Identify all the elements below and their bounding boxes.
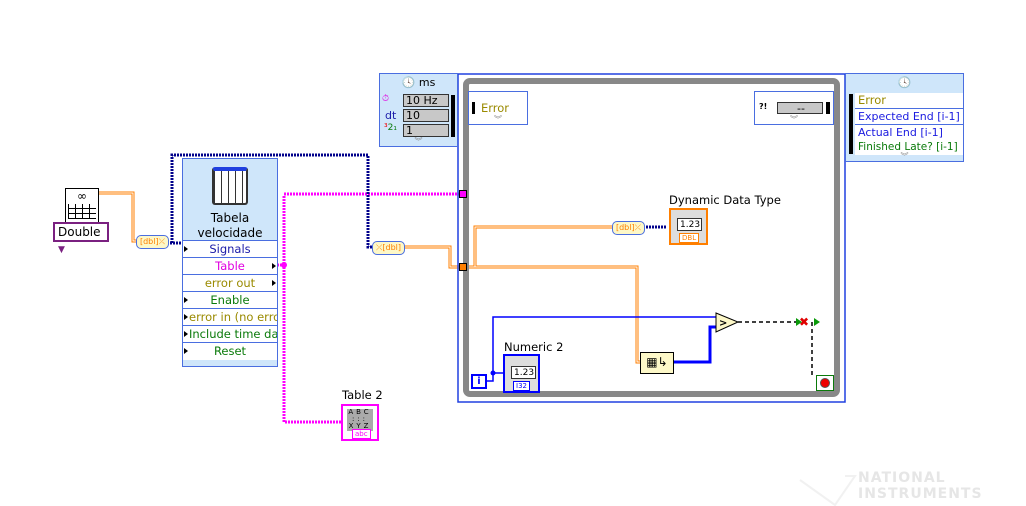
dropdown-arrow-icon: ▼: [58, 245, 65, 255]
clock-icon: 🕓: [897, 76, 912, 89]
table-array-icon: ▦↳: [646, 355, 668, 369]
frequency-icon: ⏱: [382, 94, 390, 104]
timed-loop-output-node[interactable]: 🕓 Error Expected End [i-1] Actual End [i…: [845, 73, 964, 162]
table-grid-icon: ABC::: XYZ: [347, 408, 373, 431]
left-data-node[interactable]: Error ︾: [468, 91, 528, 125]
numeric-2-label: Numeric 2: [504, 340, 564, 354]
stop-terminal[interactable]: [816, 375, 834, 391]
terminal-enable[interactable]: Enable: [183, 291, 277, 309]
table-2-indicator[interactable]: ABC::: XYZ abc: [341, 404, 379, 441]
timed-loop-input-node[interactable]: 🕓 ms ⏱ 10 Hz dt 10 ³2₁ 1 ︾: [379, 73, 458, 147]
terminal-table[interactable]: Table: [183, 257, 277, 275]
priority-field[interactable]: 1: [403, 124, 449, 137]
double-wire[interactable]: [97, 191, 640, 364]
iteration-terminal[interactable]: i: [471, 374, 487, 389]
double-tunnel[interactable]: [459, 263, 467, 271]
from-dynamic-data-convert[interactable]: ⤫[dbl]: [372, 241, 405, 255]
terminal-error-out[interactable]: error out: [183, 274, 277, 292]
svg-text:>: >: [719, 318, 727, 329]
table-2-label: Table 2: [342, 388, 383, 402]
wire-junction: [281, 262, 287, 268]
stop-icon: [820, 378, 830, 388]
terminal-reset[interactable]: Reset: [183, 342, 277, 360]
dt-field[interactable]: 10: [403, 109, 449, 122]
table-constant[interactable]: ∞: [65, 188, 99, 224]
express-vi-title: Tabela velocidade: [197, 211, 263, 240]
output-actual-end[interactable]: Actual End [i-1]: [855, 125, 963, 141]
watermark-text: NATIONAL INSTRUMENTS: [858, 470, 983, 502]
array-size-node[interactable]: ▦↳: [640, 352, 674, 374]
glasses-table-icon: ∞: [77, 189, 87, 203]
table-grid-icon: [212, 167, 248, 205]
terminal-include-time-data[interactable]: Include time data: [183, 325, 277, 343]
right-data-node[interactable]: ?! -- ︾: [754, 91, 834, 125]
to-dynamic-data-convert[interactable]: [dbl]⤫: [136, 235, 169, 249]
period-source-field[interactable]: 10 Hz: [403, 94, 449, 107]
express-vi-tabela-velocidade[interactable]: Tabela velocidade Signals Table error ou…: [182, 158, 278, 367]
to-dynamic-data-convert-2[interactable]: [dbl]⤫: [612, 221, 645, 235]
terminal-error-in[interactable]: error in (no error): [183, 308, 277, 326]
clock-icon: 🕓: [401, 76, 416, 89]
ni-watermark-logo: [799, 475, 857, 506]
output-error[interactable]: Error: [855, 93, 963, 109]
terminal-signals[interactable]: Signals: [183, 240, 277, 258]
type-ring[interactable]: Double ▼: [53, 222, 109, 255]
dynamic-data-type-label: Dynamic Data Type: [669, 193, 781, 207]
output-expected-end[interactable]: Expected End [i-1]: [855, 109, 963, 125]
table-tunnel[interactable]: [459, 190, 467, 198]
priority-icon: ³2₁: [384, 123, 397, 133]
boolean-wire[interactable]: [738, 321, 813, 375]
numeric-2-indicator[interactable]: 1.23 I32: [503, 354, 540, 393]
dynamic-data-type-indicator[interactable]: 1.23 DBL: [669, 208, 708, 245]
